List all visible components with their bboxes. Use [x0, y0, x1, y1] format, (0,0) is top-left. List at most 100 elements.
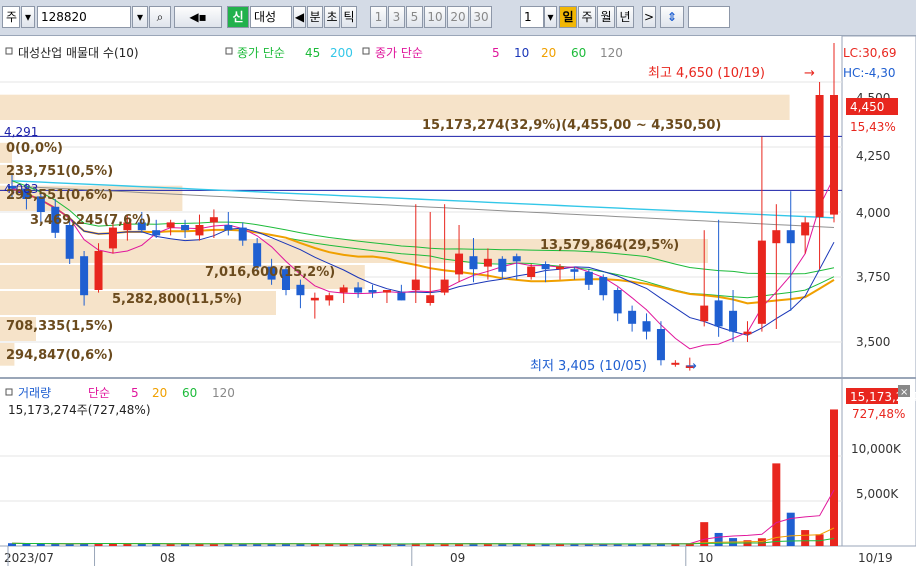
- profile-label: 7,016,600(15,2%): [205, 265, 335, 280]
- candle-body: [397, 292, 406, 301]
- candle-body: [772, 230, 781, 244]
- volume-info: 15,173,274주(727,48%): [8, 403, 151, 417]
- search-button[interactable]: ⌕: [149, 6, 171, 28]
- close-icon: ×: [900, 387, 908, 398]
- lc-label: LC:30,69: [843, 46, 896, 60]
- market-dropdown-button[interactable]: ▾: [21, 6, 35, 28]
- stock-name-field: 대성: [250, 6, 292, 28]
- candle-body: [700, 305, 709, 322]
- stock-chart[interactable]: 대성산업 매물대 수(10) 종가 단순 45 200 종가 단순 5 10 2…: [0, 36, 916, 578]
- candle-body: [714, 300, 723, 327]
- x-end-date: 10/19: [858, 551, 893, 565]
- year-button[interactable]: 년: [616, 6, 634, 28]
- line-4291-label: 4,291: [4, 125, 38, 139]
- candle-body: [209, 217, 218, 223]
- volume-bar: [801, 530, 810, 546]
- period-5-button[interactable]: 5: [406, 6, 423, 28]
- candle-body: [815, 95, 824, 218]
- candle-body: [757, 240, 766, 324]
- candle-body: [94, 251, 103, 290]
- high-arrow-icon: →: [804, 66, 815, 81]
- period-1-button[interactable]: 1: [370, 6, 387, 28]
- count-dropdown-button[interactable]: ▾: [544, 6, 557, 28]
- prev-period-button[interactable]: ◀: [293, 6, 306, 28]
- volume-tick: 5,000K: [856, 487, 899, 501]
- period-3-button[interactable]: 3: [388, 6, 405, 28]
- chart-toolbar: 주 ▾ 128820 ▾ ⌕ ◀▪ 신 대성 ◀ 분 초 틱 1 3 5 10 …: [0, 0, 916, 36]
- candle-body: [368, 290, 377, 293]
- candle-body: [483, 258, 492, 267]
- updown-arrow-icon: ⇕: [666, 10, 678, 24]
- candle-body: [382, 290, 391, 293]
- period-10-button[interactable]: 10: [424, 6, 446, 28]
- candle-body: [65, 225, 74, 259]
- candle-body: [195, 225, 204, 236]
- month-button[interactable]: 월: [597, 6, 615, 28]
- legend-ma120: 120: [600, 46, 623, 60]
- candle-body: [339, 287, 348, 293]
- volume-bar: [152, 544, 161, 546]
- profile-label: 294,847(0,6%): [6, 348, 113, 363]
- candle-body: [253, 243, 262, 267]
- candle-body: [642, 321, 651, 332]
- volume-legend-ma120: 120: [212, 386, 235, 400]
- volume-bar: [51, 543, 60, 546]
- period-20-button[interactable]: 20: [447, 6, 469, 28]
- profile-label: 0(0,0%): [6, 141, 63, 156]
- candle-body: [440, 279, 449, 293]
- profile-label: 708,335(1,5%): [6, 319, 113, 334]
- legend-ma20: 20: [541, 46, 556, 60]
- candle-body: [556, 266, 564, 270]
- volume-legend-ma-label: 단순: [88, 386, 110, 400]
- current-price-text: 4,450: [850, 100, 884, 114]
- candle-body: [80, 256, 89, 296]
- unit-tick-button[interactable]: 틱: [341, 6, 357, 28]
- volume-legend-title: 거래량: [18, 386, 51, 400]
- week-button[interactable]: 주: [578, 6, 596, 28]
- x-label: 10: [698, 551, 713, 565]
- day-button[interactable]: 일: [559, 6, 577, 28]
- code-dropdown-button[interactable]: ▾: [132, 6, 148, 28]
- candle-body: [743, 331, 752, 335]
- period-30-button[interactable]: 30: [470, 6, 492, 28]
- count-input[interactable]: 1: [520, 6, 544, 28]
- high-note: 최고 4,650 (10/19): [648, 66, 765, 81]
- profile-band: [0, 94, 790, 120]
- volume-bar: [757, 538, 766, 546]
- legend-ma45: 45: [305, 46, 320, 60]
- stock-code-input[interactable]: 128820: [37, 6, 131, 28]
- candle-body: [541, 264, 550, 270]
- legend-volume-profile: 대성산업 매물대 수(10): [18, 46, 139, 60]
- volume-bar: [325, 544, 334, 546]
- candle-body: [224, 225, 233, 231]
- candle-body: [599, 277, 608, 296]
- price-tick: 3,500: [856, 335, 890, 349]
- price-tick: 3,750: [856, 270, 890, 284]
- legend-ma5: 5: [492, 46, 500, 60]
- profile-label: 233,751(0,5%): [6, 164, 113, 179]
- legend-ma-label-1: 종가 단순: [237, 46, 285, 60]
- current-volume-pct: 727,48%: [852, 407, 905, 421]
- low-note: 최저 3,405 (10/05): [530, 359, 647, 374]
- profile-label: 13,579,864(29,5%): [540, 238, 679, 253]
- candle-body: [786, 230, 795, 244]
- candle-body: [354, 287, 363, 293]
- volume-legend-ma20: 20: [152, 386, 167, 400]
- price-tick: 4,250: [856, 149, 890, 163]
- candle-body: [527, 266, 536, 277]
- profile-label: 293,551(0,6%): [6, 188, 113, 203]
- candle-body: [455, 253, 464, 275]
- profile-label: 5,282,800(11,5%): [112, 292, 242, 307]
- market-select[interactable]: 주: [2, 6, 20, 28]
- profile-label: 3,469,245(7,6%): [30, 213, 151, 228]
- candle-body: [325, 295, 334, 301]
- unit-second-button[interactable]: 초: [324, 6, 340, 28]
- extra-input[interactable]: [688, 6, 730, 28]
- hc-label: HC:-4,30: [843, 66, 896, 80]
- sound-button[interactable]: ◀▪: [174, 6, 222, 28]
- unit-minute-button[interactable]: 분: [307, 6, 323, 28]
- scroll-toggle-button[interactable]: ⇕: [660, 6, 684, 28]
- volume-bar: [830, 409, 838, 546]
- next-period-button[interactable]: >: [642, 6, 656, 28]
- legend-ma10: 10: [514, 46, 529, 60]
